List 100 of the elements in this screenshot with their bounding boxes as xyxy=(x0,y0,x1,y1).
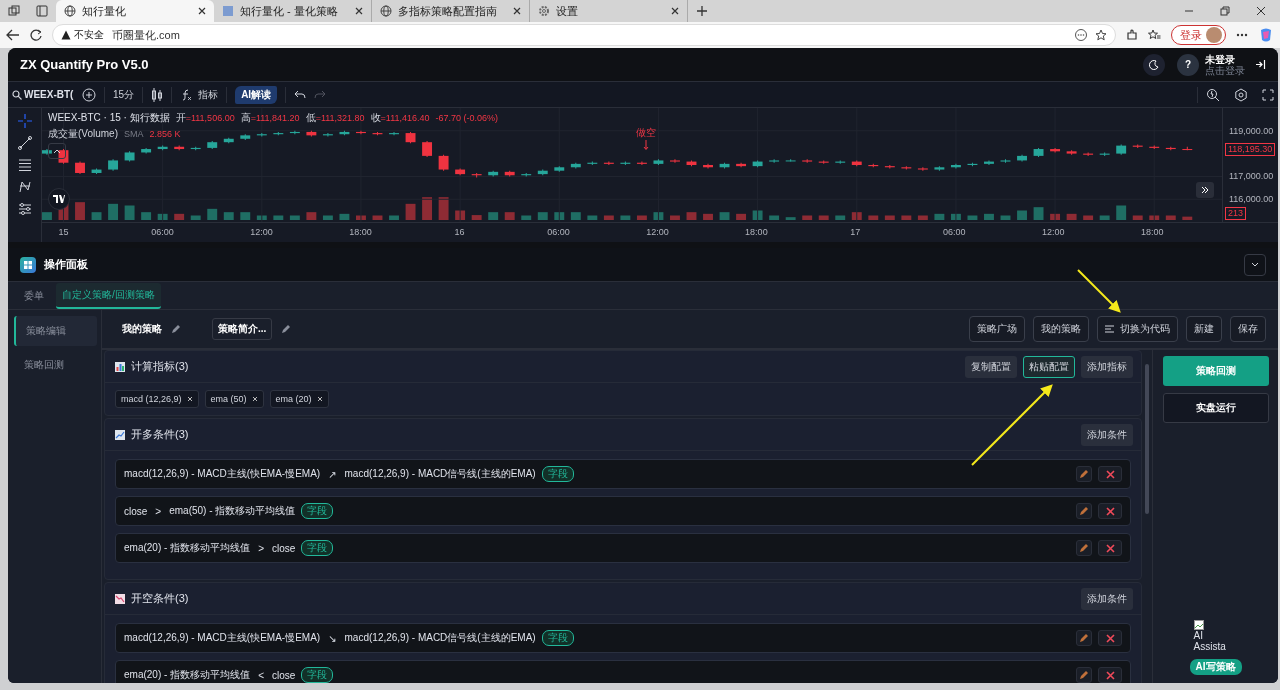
toolbar-button[interactable]: 切换为代码 xyxy=(1097,316,1178,342)
delete-button[interactable] xyxy=(1098,667,1122,683)
quick-search-icon[interactable] xyxy=(1206,87,1220,102)
warning-icon xyxy=(61,30,71,40)
new-tab-icon[interactable] xyxy=(696,5,708,17)
settings-icon[interactable] xyxy=(1234,87,1248,102)
time-label: 12:00 xyxy=(646,227,669,237)
trend-line-icon[interactable] xyxy=(17,136,32,150)
condition-operand: macd(12,26,9) - MACD主线(快EMA-慢EMA) xyxy=(124,631,321,645)
nav-item[interactable]: 策略回测 xyxy=(14,350,97,380)
delete-button[interactable] xyxy=(1098,630,1122,646)
pencil-icon[interactable] xyxy=(170,323,182,335)
interval-button[interactable]: 15分 xyxy=(113,87,135,102)
close-icon[interactable] xyxy=(671,7,679,15)
theme-toggle[interactable] xyxy=(1143,53,1165,76)
tab-actions-icon[interactable] xyxy=(36,5,48,17)
more-icon[interactable] xyxy=(1236,33,1248,37)
edit-button[interactable] xyxy=(1076,667,1092,683)
favorites-icon[interactable] xyxy=(1148,29,1161,41)
bar-chart-icon xyxy=(115,361,125,372)
user-avatar[interactable]: ? xyxy=(1177,53,1199,76)
time-label: 18:00 xyxy=(745,227,768,237)
field-badge: 字段 xyxy=(301,667,334,683)
pattern-icon[interactable] xyxy=(17,180,32,194)
time-label: 12:00 xyxy=(250,227,273,237)
close-icon[interactable] xyxy=(355,7,363,15)
scroll-to-end-button[interactable] xyxy=(1196,182,1214,198)
security-label[interactable]: 不安全 xyxy=(74,28,104,42)
toolbar-button[interactable]: 策略广场 xyxy=(969,316,1025,342)
nav-item[interactable]: 策略编辑 xyxy=(14,316,97,346)
indicator-tag[interactable]: ema (20) xyxy=(269,390,329,408)
live-run-button[interactable]: 实盘运行 xyxy=(1162,393,1269,423)
remove-icon[interactable] xyxy=(251,396,258,402)
indicators-button[interactable]: 指标 xyxy=(180,87,219,102)
section-button[interactable]: 复制配置 xyxy=(965,355,1017,378)
logo-icon xyxy=(53,195,65,203)
back-icon[interactable] xyxy=(6,29,20,41)
arrow-annotation xyxy=(1077,269,1121,313)
globe-icon xyxy=(380,5,392,17)
restore-icon[interactable] xyxy=(1220,6,1230,16)
more-icon[interactable] xyxy=(1075,29,1087,41)
image-alt-text: AI Assista xyxy=(1193,630,1227,652)
close-icon[interactable] xyxy=(513,7,521,15)
collapse-button[interactable] xyxy=(48,143,66,159)
close-icon[interactable] xyxy=(198,7,206,15)
login-link[interactable]: 点击登录 xyxy=(1205,64,1245,76)
edit-button[interactable] xyxy=(1076,540,1092,556)
indicator-tag[interactable]: ema (50) xyxy=(204,390,264,408)
copilot-icon[interactable] xyxy=(1258,27,1274,43)
section-button[interactable]: 添加条件 xyxy=(1081,587,1133,610)
panel-tab[interactable]: 自定义策略/回测策略 xyxy=(56,282,161,309)
toolbar-button[interactable]: 保存 xyxy=(1230,316,1266,342)
section-title: 计算指标(3) xyxy=(131,359,190,374)
section-button[interactable]: 添加条件 xyxy=(1081,423,1133,446)
edit-button[interactable] xyxy=(1076,630,1092,646)
delete-button[interactable] xyxy=(1098,466,1122,482)
section-button[interactable]: 粘贴配置 xyxy=(1023,355,1075,378)
star-icon[interactable] xyxy=(1095,29,1107,41)
last-price-label: 118,195.30 xyxy=(1225,143,1276,157)
avatar xyxy=(1206,27,1222,43)
candles-icon[interactable] xyxy=(151,87,164,102)
condition-operand: close xyxy=(124,505,148,517)
moon-icon xyxy=(1149,59,1159,70)
scrollbar[interactable] xyxy=(1145,364,1149,514)
condition-operand: ema(20) - 指数移动平均线值 xyxy=(124,668,251,682)
address-field[interactable]: 不安全 币圈量化.com xyxy=(52,24,1116,46)
close-icon[interactable] xyxy=(1256,6,1266,16)
price-tick: 116,000.00 xyxy=(1229,194,1274,205)
indicator-tag[interactable]: macd (12,26,9) xyxy=(115,390,199,408)
login-icon[interactable] xyxy=(1255,59,1266,70)
ohlc-label: 收 xyxy=(370,111,381,125)
function-icon xyxy=(180,88,193,101)
extensions-icon[interactable] xyxy=(1126,29,1138,41)
strategy-intro[interactable]: 策略简介... xyxy=(212,318,273,340)
login-button[interactable]: 登录 xyxy=(1171,25,1226,45)
pencil-icon[interactable] xyxy=(280,323,293,335)
delete-button[interactable] xyxy=(1098,503,1122,519)
fullscreen-icon[interactable] xyxy=(1262,88,1274,101)
logo[interactable] xyxy=(48,188,70,210)
lines-icon[interactable] xyxy=(17,158,32,172)
symbol-search[interactable]: WEEX-BT( xyxy=(12,89,74,100)
delete-button[interactable] xyxy=(1098,540,1122,556)
price-tick: 119,000.00 xyxy=(1229,125,1274,136)
chevron-up-icon xyxy=(53,148,61,154)
signal-label: 做空 xyxy=(636,126,656,140)
workspaces-icon[interactable] xyxy=(8,5,20,17)
ai-button[interactable]: AI解读 xyxy=(235,85,278,104)
browser-tab[interactable]: 知行量化 xyxy=(56,0,214,22)
undo-icon[interactable] xyxy=(294,89,307,100)
remove-icon[interactable] xyxy=(186,396,193,402)
toolbar-button[interactable]: 新建 xyxy=(1186,316,1222,342)
toolbar-button[interactable]: 我的策略 xyxy=(1033,316,1089,342)
section-button[interactable]: 添加指标 xyxy=(1081,355,1133,378)
reload-icon[interactable] xyxy=(30,29,42,41)
edit-button[interactable] xyxy=(1076,466,1092,482)
edit-button[interactable] xyxy=(1076,503,1092,519)
remove-icon[interactable] xyxy=(316,396,323,402)
panel-tab[interactable]: 委单 xyxy=(18,283,50,308)
sliders-icon[interactable] xyxy=(17,202,32,216)
add-symbol-icon[interactable] xyxy=(82,87,96,102)
